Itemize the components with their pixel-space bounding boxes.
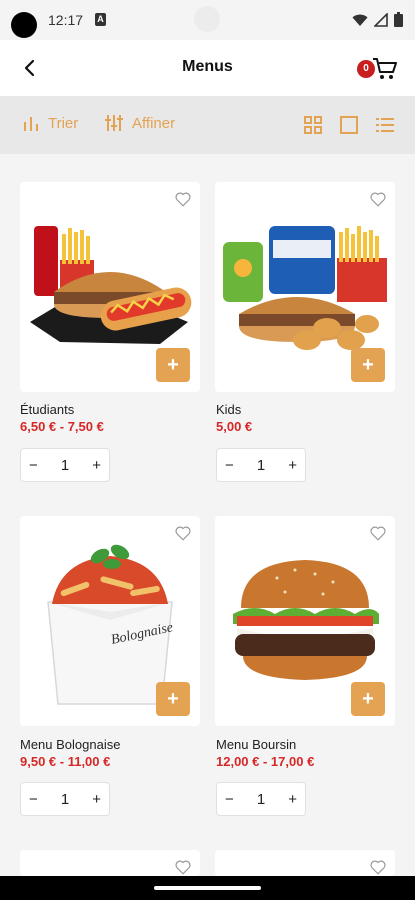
- system-navigation-bar: [0, 876, 415, 900]
- product-card[interactable]: [215, 850, 395, 876]
- system-icons: [352, 12, 403, 27]
- quantity-stepper: − 1 +: [216, 782, 306, 816]
- add-to-cart-button[interactable]: +: [351, 682, 385, 716]
- quantity-stepper: − 1 +: [216, 448, 306, 482]
- wifi-icon: [352, 14, 368, 26]
- decrease-button[interactable]: −: [29, 457, 38, 474]
- quantity-value[interactable]: 1: [257, 791, 265, 808]
- home-gesture-pill[interactable]: [154, 886, 261, 890]
- camera-cutout: [11, 12, 37, 38]
- product-card[interactable]: Bolognaise +: [20, 516, 200, 726]
- sort-button[interactable]: Trier: [22, 114, 78, 132]
- increase-button[interactable]: +: [92, 791, 101, 808]
- decrease-button[interactable]: −: [225, 457, 234, 474]
- refine-label: Affiner: [132, 114, 176, 132]
- quantity-stepper: − 1 +: [20, 782, 110, 816]
- cart-icon[interactable]: [371, 54, 399, 82]
- app-bar: Menus 0: [0, 40, 415, 96]
- list-view-icon[interactable]: [376, 116, 394, 134]
- product-card[interactable]: +: [20, 182, 200, 392]
- quantity-value[interactable]: 1: [257, 457, 265, 474]
- add-to-cart-button[interactable]: +: [156, 682, 190, 716]
- add-to-cart-button[interactable]: +: [351, 348, 385, 382]
- sort-label: Trier: [48, 114, 79, 132]
- notification-a-icon: A: [95, 13, 106, 26]
- product-card[interactable]: +: [215, 516, 395, 726]
- decrease-button[interactable]: −: [29, 791, 38, 808]
- product-price: 9,50 € - 11,00 €: [20, 754, 111, 769]
- product-card[interactable]: [20, 850, 200, 876]
- sliders-icon: [105, 115, 123, 131]
- product-card[interactable]: +: [215, 182, 395, 392]
- status-bar: 12:17 A: [0, 0, 415, 40]
- favorite-heart-icon[interactable]: [174, 858, 192, 876]
- increase-button[interactable]: +: [288, 791, 297, 808]
- product-name[interactable]: Menu Boursin: [216, 737, 296, 752]
- sort-icon: [24, 117, 38, 131]
- favorite-heart-icon[interactable]: [174, 524, 192, 542]
- grid-view-icon[interactable]: [304, 116, 322, 134]
- battery-icon: [394, 12, 403, 27]
- favorite-heart-icon[interactable]: [369, 190, 387, 208]
- increase-button[interactable]: +: [288, 457, 297, 474]
- add-to-cart-button[interactable]: +: [156, 348, 190, 382]
- product-price: 6,50 € - 7,50 €: [20, 419, 104, 434]
- favorite-heart-icon[interactable]: [369, 858, 387, 876]
- increase-button[interactable]: +: [92, 457, 101, 474]
- quantity-value[interactable]: 1: [61, 457, 69, 474]
- product-name[interactable]: Menu Bolognaise: [20, 737, 120, 752]
- favorite-heart-icon[interactable]: [174, 190, 192, 208]
- product-price: 5,00 €: [216, 419, 253, 434]
- decrease-button[interactable]: −: [225, 791, 234, 808]
- front-camera: [194, 6, 220, 32]
- product-name[interactable]: Kids: [216, 402, 241, 417]
- page-title: Menus: [182, 58, 233, 75]
- product-price: 12,00 € - 17,00 €: [216, 754, 315, 769]
- signal-icon: [374, 12, 388, 27]
- status-time: 12:17: [48, 12, 84, 28]
- favorite-heart-icon[interactable]: [369, 524, 387, 542]
- refine-button[interactable]: Affiner: [104, 114, 175, 132]
- filter-bar: Trier Affiner: [0, 96, 415, 154]
- product-name[interactable]: Étudiants: [20, 402, 74, 417]
- quantity-stepper: − 1 +: [20, 448, 110, 482]
- single-view-icon[interactable]: [340, 116, 358, 134]
- quantity-value[interactable]: 1: [61, 791, 69, 808]
